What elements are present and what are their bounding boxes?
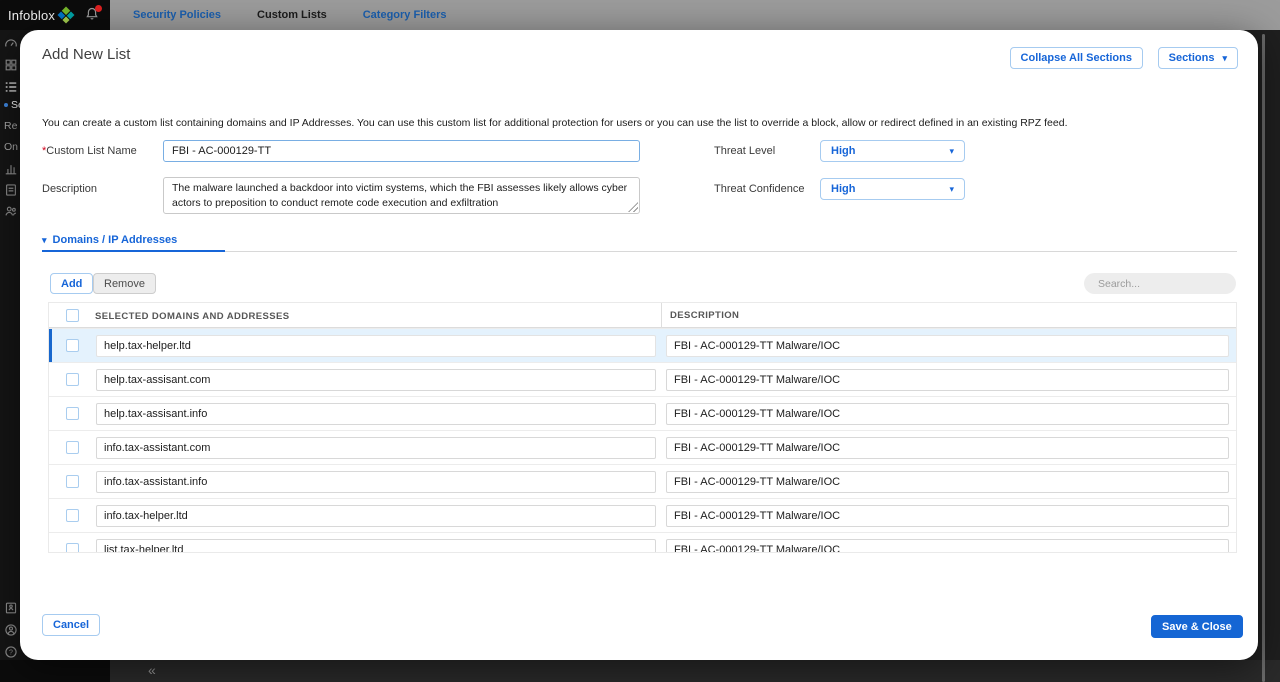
search-input[interactable] xyxy=(1084,273,1236,294)
description-label: Description xyxy=(42,183,97,195)
section-divider-accent xyxy=(42,250,225,252)
tab-category-filters[interactable]: Category Filters xyxy=(363,9,447,21)
save-and-close-button[interactable]: Save & Close xyxy=(1151,615,1243,638)
column-header-domains: SELECTED DOMAINS AND ADDRESSES xyxy=(95,311,289,322)
cancel-button[interactable]: Cancel xyxy=(42,614,100,636)
sidebar-label: Re xyxy=(4,120,17,132)
row-checkbox[interactable] xyxy=(66,441,79,454)
intro-text: You can create a custom list containing … xyxy=(42,117,1238,131)
top-bar: Infoblox Security Policies Custom Lists … xyxy=(0,0,1280,30)
row-description-input[interactable] xyxy=(666,505,1229,527)
bottom-bar: « xyxy=(0,660,1280,682)
chevron-down-icon: ▾ xyxy=(949,146,954,157)
row-checkbox[interactable] xyxy=(66,509,79,522)
domain-input[interactable] xyxy=(96,505,656,527)
chevron-down-icon: ▾ xyxy=(1222,53,1227,64)
svg-text:?: ? xyxy=(9,649,13,656)
tab-security-policies[interactable]: Security Policies xyxy=(133,9,221,21)
select-all-checkbox[interactable] xyxy=(66,309,79,322)
brand-name: Infoblox xyxy=(8,8,55,23)
threat-level-select[interactable]: High ▾ xyxy=(820,140,965,162)
selected-row-indicator xyxy=(49,329,52,363)
domains-section-title: Domains / IP Addresses xyxy=(53,234,178,246)
domain-input[interactable] xyxy=(96,369,656,391)
custom-list-name-label: *Custom List Name xyxy=(42,145,137,157)
row-checkbox[interactable] xyxy=(66,373,79,386)
domain-input[interactable] xyxy=(96,335,656,357)
table-row[interactable] xyxy=(49,396,1236,430)
notification-dot xyxy=(95,5,102,12)
threat-confidence-value: High xyxy=(831,183,855,195)
active-dot xyxy=(4,103,8,107)
row-description-input[interactable] xyxy=(666,471,1229,493)
row-checkbox[interactable] xyxy=(66,475,79,488)
nav-tabs: Security Policies Custom Lists Category … xyxy=(133,0,446,30)
domain-input[interactable] xyxy=(96,539,656,554)
threat-confidence-label: Threat Confidence xyxy=(714,183,805,195)
chevron-down-icon: ▾ xyxy=(42,235,47,246)
table-row[interactable] xyxy=(49,464,1236,498)
sections-label: Sections xyxy=(1169,52,1215,64)
row-description-input[interactable] xyxy=(666,403,1229,425)
description-textarea[interactable] xyxy=(163,177,640,214)
domain-input[interactable] xyxy=(96,471,656,493)
infoblox-logo-icon xyxy=(58,7,75,24)
row-checkbox[interactable] xyxy=(66,339,79,352)
threat-level-label: Threat Level xyxy=(714,145,775,157)
domains-table: SELECTED DOMAINS AND ADDRESSES DESCRIPTI… xyxy=(48,302,1237,553)
row-description-input[interactable] xyxy=(666,539,1229,554)
row-checkbox[interactable] xyxy=(66,407,79,420)
modal-title: Add New List xyxy=(42,46,130,63)
add-button[interactable]: Add xyxy=(50,273,93,294)
threat-level-value: High xyxy=(831,145,855,157)
screen: Infoblox Security Policies Custom Lists … xyxy=(0,0,1280,682)
row-checkbox[interactable] xyxy=(66,543,79,553)
table-row[interactable] xyxy=(49,532,1236,553)
table-row[interactable] xyxy=(49,328,1236,362)
bottom-bar-left xyxy=(0,660,110,682)
row-description-input[interactable] xyxy=(666,369,1229,391)
domain-input[interactable] xyxy=(96,403,656,425)
row-description-input[interactable] xyxy=(666,437,1229,459)
sidebar-label: On xyxy=(4,141,18,153)
table-row[interactable] xyxy=(49,362,1236,396)
tab-custom-lists[interactable]: Custom Lists xyxy=(257,9,327,21)
remove-button[interactable]: Remove xyxy=(93,273,156,294)
sidebar-collapse-button[interactable]: « xyxy=(148,662,156,678)
domain-input[interactable] xyxy=(96,437,656,459)
domains-section-toggle[interactable]: ▾ Domains / IP Addresses xyxy=(42,234,177,246)
chevron-down-icon: ▾ xyxy=(949,184,954,195)
column-header-description: DESCRIPTION xyxy=(670,310,739,321)
add-new-list-modal: Add New List Collapse All Sections Secti… xyxy=(20,30,1258,660)
table-row[interactable] xyxy=(49,498,1236,532)
custom-list-name-input[interactable] xyxy=(163,140,640,162)
table-row[interactable] xyxy=(49,430,1236,464)
threat-confidence-select[interactable]: High ▾ xyxy=(820,178,965,200)
page-scrollbar[interactable] xyxy=(1262,34,1265,682)
notifications-bell-icon[interactable] xyxy=(84,6,102,24)
row-description-input[interactable] xyxy=(666,335,1229,357)
sections-dropdown-button[interactable]: Sections ▾ xyxy=(1158,47,1238,69)
collapse-all-sections-button[interactable]: Collapse All Sections xyxy=(1010,47,1143,69)
table-header: SELECTED DOMAINS AND ADDRESSES DESCRIPTI… xyxy=(49,303,1236,328)
